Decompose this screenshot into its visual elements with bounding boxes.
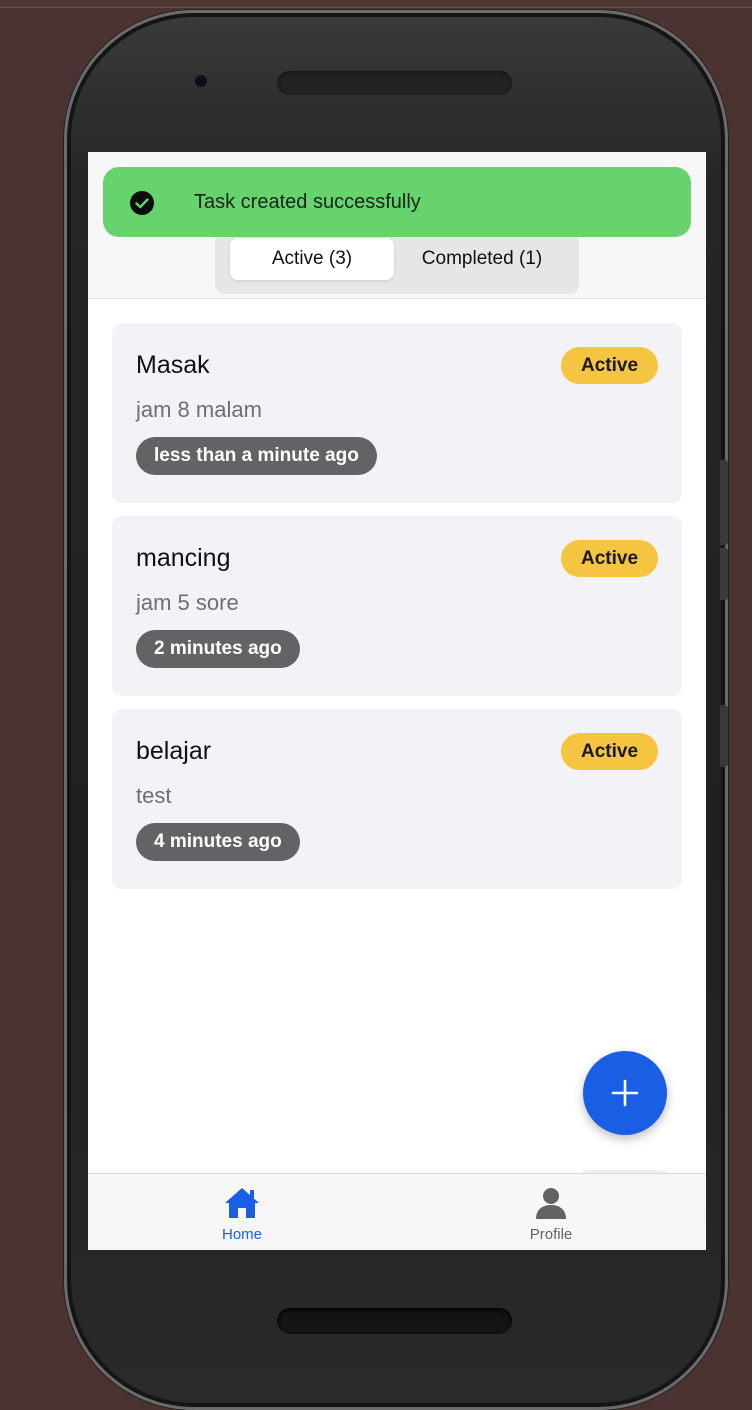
status-badge: Active: [561, 347, 658, 384]
tab-completed[interactable]: Completed (1): [400, 238, 564, 280]
task-card[interactable]: mancing Active jam 5 sore 2 minutes ago: [112, 516, 682, 696]
success-toast[interactable]: Task created successfully: [103, 167, 691, 237]
task-title: mancing: [136, 544, 231, 572]
task-card[interactable]: Masak Active jam 8 malam less than a min…: [112, 323, 682, 503]
earpiece-speaker: [277, 71, 512, 95]
task-title: belajar: [136, 737, 212, 765]
status-badge: Active: [561, 733, 658, 770]
time-badge: 4 minutes ago: [136, 823, 300, 861]
task-card[interactable]: belajar Active test 4 minutes ago: [112, 709, 682, 889]
nav-profile[interactable]: Profile: [471, 1174, 631, 1250]
camera-icon: [194, 74, 208, 88]
task-description: jam 8 malam: [136, 397, 262, 422]
task-title: Masak: [136, 351, 210, 379]
add-task-button[interactable]: [583, 1051, 667, 1135]
volume-up-button[interactable]: [720, 460, 728, 545]
nav-home[interactable]: Home: [162, 1174, 322, 1250]
window-top-bar: [0, 0, 752, 8]
tab-active-label: Active (3): [271, 248, 353, 269]
nav-profile-label: Profile: [529, 1226, 573, 1243]
task-description: test: [136, 783, 172, 808]
time-badge: less than a minute ago: [136, 437, 377, 475]
plus-icon: [611, 1079, 639, 1107]
volume-down-button[interactable]: [720, 548, 728, 600]
bottom-navigation: Home Profile: [88, 1173, 706, 1250]
tab-completed-label: Completed (1): [421, 248, 543, 269]
home-icon: [225, 1188, 259, 1218]
power-button[interactable]: [720, 705, 728, 767]
app-screen: Active (3) Completed (1) Task created su…: [88, 152, 706, 1250]
check-circle-icon: [130, 191, 154, 215]
nav-home-label: Home: [221, 1226, 262, 1243]
bottom-speaker: [277, 1308, 512, 1334]
tab-active[interactable]: Active (3): [230, 238, 394, 280]
person-icon: [536, 1188, 566, 1219]
status-badge: Active: [561, 540, 658, 577]
task-description: jam 5 sore: [136, 590, 239, 615]
toast-message: Task created successfully: [194, 190, 421, 213]
time-badge: 2 minutes ago: [136, 630, 300, 668]
